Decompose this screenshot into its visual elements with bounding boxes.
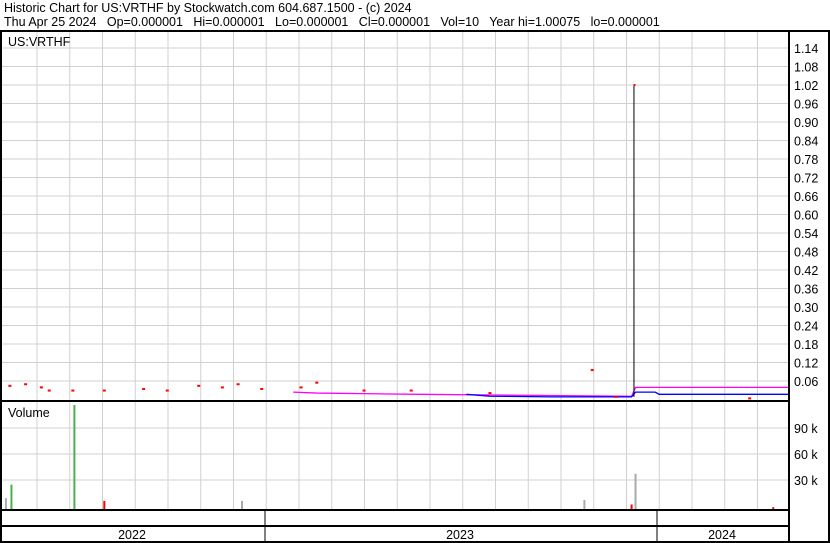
close-point [39,386,43,389]
y-tick-label: 0.24 [794,320,818,334]
y-tick-label: 0.54 [794,227,818,241]
y-tick-label: 0.12 [794,357,818,371]
y-tick-label: 0.06 [794,375,818,389]
y-tick-label: 1.14 [794,42,818,56]
y-tick-label: 0.36 [794,283,818,297]
y-tick-label: 0.30 [794,301,818,315]
y-tick-label: 0.66 [794,190,818,204]
close-point [71,389,75,392]
volume-bar [10,484,13,509]
close-point [748,397,752,400]
volume-bar [103,500,106,509]
volume-bar [73,405,76,509]
close-point [197,384,201,387]
close-point [47,389,51,392]
close-point [315,381,319,384]
spike-high-mark [633,84,636,87]
y-tick-label: 0.96 [794,98,818,112]
y-tick-label: 0.84 [794,135,818,149]
close-point [362,389,366,392]
volume-tick-label: 90 k [794,422,818,436]
volume-bar [634,473,637,509]
chart-border [0,30,830,543]
close-point [260,387,264,390]
x-year-label: 2022 [118,528,146,542]
y-tick-label: 0.42 [794,264,818,278]
y-tick-label: 1.02 [794,79,818,93]
close-point [590,369,594,372]
close-point [614,395,618,398]
y-tick-label: 1.08 [794,61,818,75]
x-year-label: 2023 [446,528,474,542]
volume-bar [583,499,586,509]
y-tick-label: 0.48 [794,246,818,260]
volume-tick-label: 60 k [794,448,818,462]
y-tick-label: 0.78 [794,153,818,167]
volume-bar [4,498,7,509]
volume-bar [630,504,633,509]
y-tick-label: 0.18 [794,338,818,352]
close-point [142,387,146,390]
close-point [8,384,12,387]
volume-label: Volume [8,406,50,420]
close-point [24,383,28,386]
y-tick-label: 0.72 [794,172,818,186]
close-point [488,392,492,395]
close-point [299,386,303,389]
y-tick-label: 0.90 [794,116,818,130]
symbol-label: US:VRTHF [8,35,71,49]
close-point [102,389,106,392]
y-tick-label: 0.60 [794,209,818,223]
stock-chart: Historic Chart for US:VRTHF by Stockwatc… [0,0,830,543]
x-year-label: 2024 [708,528,736,542]
volume-bar [241,500,244,509]
close-point [236,383,240,386]
chart-canvas: 1.14 1.08 1.02 0.96 0.90 0.84 0.78 0.72 0.66 0.60… [0,30,830,543]
volume-tick-label: 30 k [794,474,818,488]
close-point [409,389,413,392]
close-point [220,386,224,389]
volume-bar [772,507,775,509]
close-point [165,389,169,392]
